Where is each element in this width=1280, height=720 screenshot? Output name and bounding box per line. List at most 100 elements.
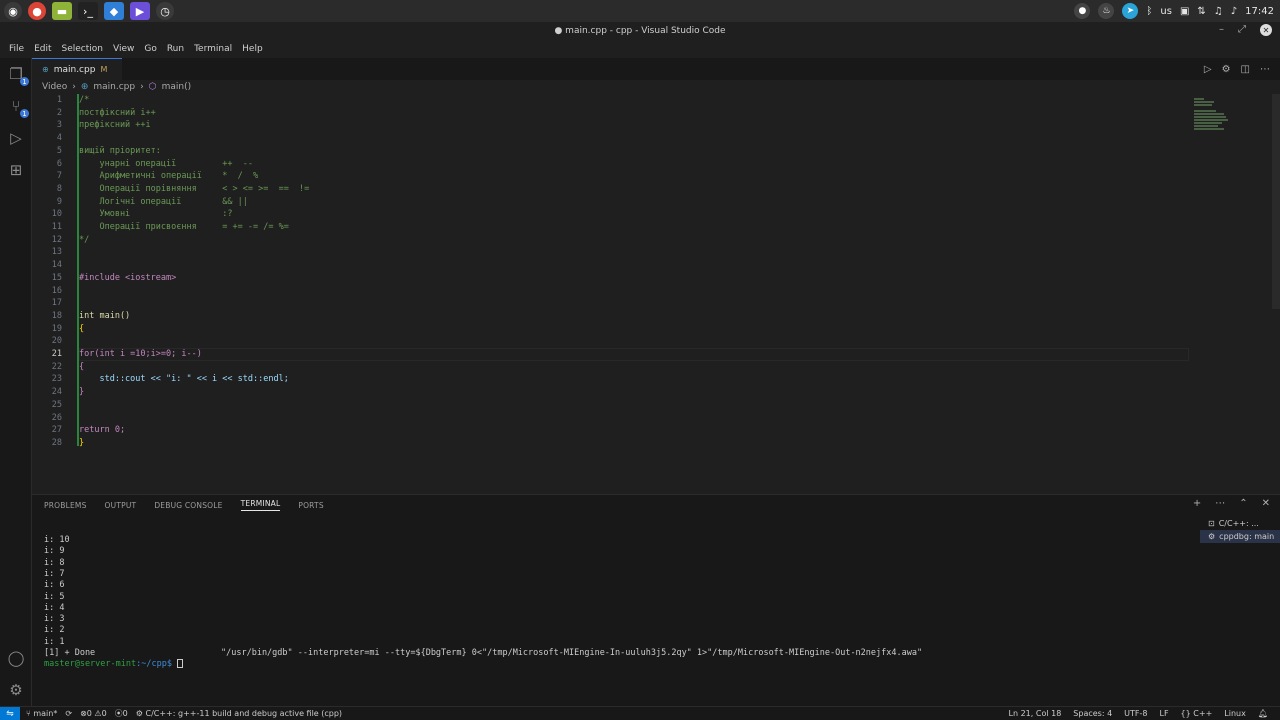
git-branch-icon: ⑂ [26,709,31,718]
source-control-icon[interactable]: ⑂ 1 [6,96,29,118]
telegram-icon[interactable]: ➤ [1122,3,1139,19]
breadcrumb: Video › ⊕ main.cpp › ⬡ main() [32,80,1280,94]
bottom-panel: PROBLEMS OUTPUT DEBUG CONSOLE TERMINAL P… [32,494,1280,706]
extensions-icon[interactable]: ⊞ [6,160,26,180]
code-line: #include <iostream> [79,272,177,283]
vscode-icon[interactable]: ◆ [104,2,124,20]
menu-bar: File Edit Selection View Go Run Terminal… [0,40,1280,58]
new-terminal-icon[interactable]: + [1193,498,1201,509]
code-line: Арифметичні операції * / % [79,171,259,182]
code-line: Операції порівняння < > <= >= == != [79,183,310,194]
terminal-icon: ⊡ [1208,519,1215,528]
volume-icon[interactable]: ♪ [1231,6,1237,17]
music-icon[interactable]: ♫ [1214,6,1223,17]
clipboard-icon[interactable]: ▣ [1180,6,1189,17]
line-number-gutter: 1 2 3 4 5 6 7 8 9 10 11 12 13 14 15 16 17 18 19 20 21 22 23 24 2… [51,95,62,448]
terminal-line: i: 10 [44,535,70,545]
menu-help[interactable]: Help [237,44,268,54]
language-mode[interactable]: {} C++ [1181,709,1213,718]
terminal-list-item-active[interactable]: ⚙ cppdbg: main [1200,530,1280,543]
maximize-panel-icon[interactable]: ⌃ [1239,498,1247,509]
cursor-position[interactable]: Ln 21, Col 18 [1009,709,1062,718]
branch-status[interactable]: ⑂ main* [26,709,57,718]
tab-terminal[interactable]: TERMINAL [240,499,281,511]
run-debug-icon[interactable]: ▷ [6,128,26,148]
code-line: { [79,361,85,372]
terminal-icon[interactable]: ›_ [78,2,98,20]
tab-output[interactable]: OUTPUT [105,501,137,510]
breadcrumb-folder[interactable]: Video [42,82,67,92]
problems-status[interactable]: ⊗0 ⚠0 [80,709,107,718]
branch-name: main* [33,709,58,718]
menu-selection[interactable]: Selection [57,44,108,54]
files-icon[interactable]: ▬ [52,2,72,20]
terminal-cursor [177,659,184,669]
tab-debug-console[interactable]: DEBUG CONSOLE [154,501,222,510]
settings-gear-icon[interactable]: ⚙ [6,680,26,700]
clock[interactable]: 17:42 [1245,6,1274,17]
keyboard-layout[interactable]: us [1160,6,1172,17]
ports-count: 0 [122,709,128,718]
explorer-icon[interactable]: ❐ 1 [6,64,29,86]
menu-go[interactable]: Go [139,44,161,54]
notifications-icon[interactable]: 🔔︎ [1258,709,1268,718]
platform[interactable]: Linux [1224,709,1246,718]
menu-run[interactable]: Run [162,44,189,54]
remote-icon[interactable]: ⇋ [0,706,20,720]
panel-tab-bar: PROBLEMS OUTPUT DEBUG CONSOLE TERMINAL P… [32,495,1280,515]
menu-file[interactable]: File [4,44,29,54]
account-icon[interactable]: ◯ [6,648,26,668]
editor-scrollbar[interactable] [1272,94,1280,309]
code-line: /* [79,95,90,105]
network-icon[interactable]: ⇅ [1197,6,1205,17]
terminal-list: ⊡ C/C++: ... ⚙ cppdbg: main [1200,517,1280,543]
menu-view[interactable]: View [108,44,139,54]
more-actions-icon[interactable]: ⋯ [1215,498,1225,509]
timeshift-icon[interactable]: ◷ [156,2,174,20]
media-icon[interactable]: ▶ [130,2,150,20]
modified-marker: M [100,65,108,74]
tab-main-cpp[interactable]: ⊕ main.cpp M [32,58,122,80]
done-prefix: [1] + Done [44,648,96,658]
code-editor[interactable]: 1 2 3 4 5 6 7 8 9 10 11 12 13 14 15 16 17 18 19 20 21 22 23 24 2… [32,94,1280,494]
menu-terminal[interactable]: Terminal [189,44,237,54]
close-panel-icon[interactable]: ✕ [1262,498,1270,509]
restore-icon[interactable]: ⤢ [1238,24,1246,36]
indentation[interactable]: Spaces: 4 [1073,709,1112,718]
line-ending[interactable]: LF [1159,709,1168,718]
task-status[interactable]: ⚙ C/C++: g++-11 build and debug active f… [136,709,342,718]
menu-edit[interactable]: Edit [29,44,56,54]
minimap[interactable] [1190,94,1270,154]
breadcrumb-file[interactable]: main.cpp [93,82,135,92]
minimize-icon[interactable]: – [1219,24,1224,36]
tab-ports[interactable]: PORTS [298,501,323,510]
status-bar: ⇋ ⑂ main* ⟳ ⊗0 ⚠0 ⦿0 ⚙ C/C++: g++-11 bui… [0,706,1280,720]
terminal-line: i: 9 [44,546,65,557]
breadcrumb-symbol[interactable]: main() [162,82,192,92]
window-titlebar: ● main.cpp - cpp - Visual Studio Code – … [0,22,1280,40]
encoding[interactable]: UTF-8 [1124,709,1147,718]
done-command: "/usr/bin/gdb" --interpreter=mi --tty=${… [221,648,923,658]
terminal-list-item[interactable]: ⊡ C/C++: ... [1200,517,1280,530]
tab-label: main.cpp [53,64,96,75]
chrome-icon[interactable]: ● [28,2,46,20]
steam-icon[interactable]: ♨ [1098,3,1115,19]
code-line: return 0; [79,425,126,436]
split-editor-icon[interactable]: ◫ [1241,64,1250,75]
run-file-icon[interactable]: ▷ [1204,64,1212,75]
current-line-highlight [79,347,1189,361]
more-actions-icon[interactable]: ⋯ [1260,64,1270,75]
close-window-icon[interactable]: ✕ [1260,24,1272,36]
obs-icon[interactable]: ● [1074,3,1091,19]
code-line: int main() [79,310,131,321]
code-line-active: for(int i =10;i>=0; i--) [79,349,202,359]
language-label: C++ [1193,709,1213,718]
sync-icon[interactable]: ⟳ [65,709,72,718]
ports-status[interactable]: ⦿0 [115,708,128,719]
tab-problems[interactable]: PROBLEMS [44,501,87,510]
window-title: ● main.cpp - cpp - Visual Studio Code [554,26,726,36]
settings-icon[interactable]: ⚙ [1222,64,1231,75]
bluetooth-icon[interactable]: ᛒ [1146,6,1152,17]
mint-menu-icon[interactable]: ◉ [4,2,22,20]
terminal-line: i: 2 [44,625,65,636]
